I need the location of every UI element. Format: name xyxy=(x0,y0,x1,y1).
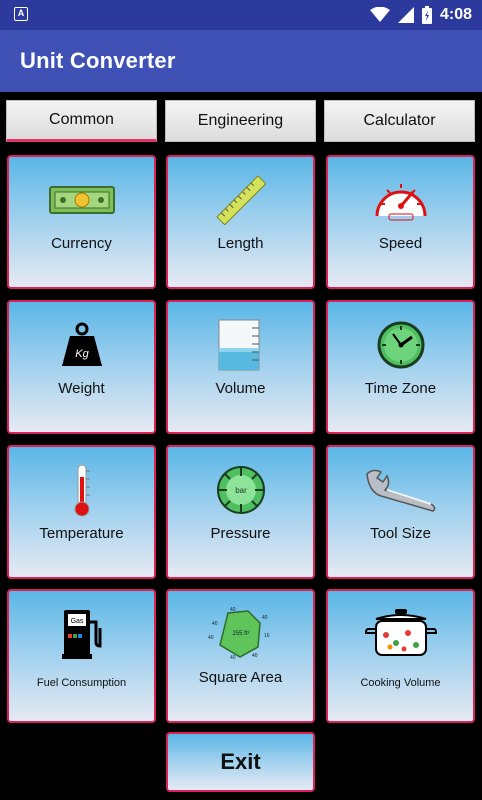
app-bar: Unit Converter xyxy=(0,30,482,92)
status-icons: 4:08 xyxy=(369,5,472,25)
svg-text:40: 40 xyxy=(230,655,236,661)
pressure-gauge-icon: bar xyxy=(168,461,313,519)
svg-text:40: 40 xyxy=(230,607,236,613)
app-title: Unit Converter xyxy=(20,48,176,73)
pressure-unit-text: bar xyxy=(235,486,247,495)
tile-cooking-volume[interactable]: Cooking Volume xyxy=(326,589,475,723)
currency-icon xyxy=(9,171,154,229)
tile-label: Length xyxy=(217,235,264,252)
tile-label: Temperature xyxy=(39,525,124,542)
tile-speed[interactable]: Speed xyxy=(326,155,475,289)
battery-icon xyxy=(421,6,432,24)
tile-currency[interactable]: Currency xyxy=(7,155,156,289)
status-bar: A 4:08 xyxy=(0,0,482,30)
tile-weight[interactable]: Kg Weight xyxy=(7,300,156,434)
tab-calculator[interactable]: Calculator xyxy=(324,100,475,142)
thermometer-icon xyxy=(9,461,154,519)
tile-label: Square Area xyxy=(198,669,283,686)
gas-text: Gas xyxy=(70,618,83,625)
tile-tool-size[interactable]: Tool Size xyxy=(326,445,475,579)
notification-icon: A xyxy=(14,7,28,21)
tile-label: Pressure xyxy=(210,525,271,542)
area-plot-icon: 255 ft² 40 40 16 40 40 40 40 xyxy=(168,605,313,663)
status-time: 4:08 xyxy=(439,6,472,23)
tile-label: Fuel Consumption xyxy=(36,677,127,689)
tile-volume[interactable]: Volume xyxy=(166,300,315,434)
svg-text:40: 40 xyxy=(252,653,258,659)
weight-kg-text: Kg xyxy=(75,348,89,360)
tile-label: Speed xyxy=(378,235,423,252)
tile-time-zone[interactable]: Time Zone xyxy=(326,300,475,434)
clock-icon xyxy=(328,316,473,374)
tab-engineering[interactable]: Engineering xyxy=(165,100,316,142)
signal-icon xyxy=(397,7,414,23)
tile-label: Cooking Volume xyxy=(360,677,441,689)
svg-text:16: 16 xyxy=(264,633,270,639)
tile-fuel-consumption[interactable]: Gas Fuel Consumption xyxy=(7,589,156,723)
tile-label: Tool Size xyxy=(370,525,431,542)
tile-label: Currency xyxy=(51,235,112,252)
speedometer-icon xyxy=(328,171,473,229)
weight-icon: Kg xyxy=(9,316,154,374)
wifi-icon xyxy=(369,7,390,22)
exit-button[interactable]: Exit xyxy=(166,732,315,792)
fuel-pump-icon: Gas xyxy=(9,605,154,663)
tile-pressure[interactable]: bar Pressure xyxy=(166,445,315,579)
tab-common[interactable]: Common xyxy=(6,100,157,142)
tab-bar: Common Engineering Calculator xyxy=(0,92,482,148)
tile-temperature[interactable]: Temperature xyxy=(7,445,156,579)
area-value-text: 255 ft² xyxy=(232,631,249,637)
tile-label: Time Zone xyxy=(364,380,437,397)
tile-label: Volume xyxy=(215,380,266,397)
svg-text:40: 40 xyxy=(262,615,268,621)
tile-label: Weight xyxy=(58,380,105,397)
beaker-icon xyxy=(168,316,313,374)
ruler-icon xyxy=(168,171,313,229)
tile-length[interactable]: Length xyxy=(166,155,315,289)
svg-text:40: 40 xyxy=(208,635,214,641)
tile-square-area[interactable]: 255 ft² 40 40 16 40 40 40 40 Square Area xyxy=(166,589,315,723)
wrench-icon xyxy=(328,461,473,519)
cooking-pot-icon xyxy=(328,605,473,663)
svg-text:40: 40 xyxy=(212,621,218,627)
